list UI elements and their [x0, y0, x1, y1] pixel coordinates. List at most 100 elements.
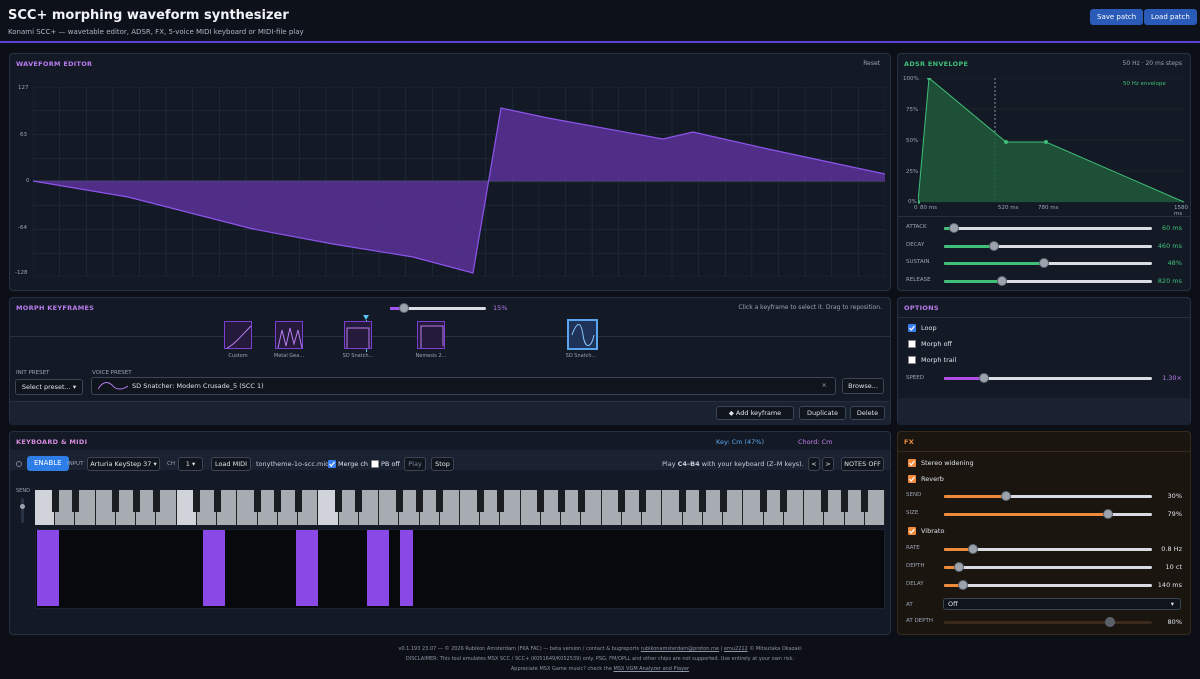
load-midi-button[interactable]: Load MIDI: [211, 457, 251, 471]
black-key[interactable]: [436, 490, 444, 512]
fx-param-slider-thumb[interactable]: [968, 544, 979, 554]
fx-param-slider-thumb[interactable]: [1103, 509, 1114, 519]
init-preset-select[interactable]: Select preset... ▾: [15, 379, 83, 395]
fx-param-slider[interactable]: [944, 509, 1152, 519]
adsr-param-slider[interactable]: [944, 240, 1152, 251]
notes-off-button[interactable]: NOTES OFF: [841, 457, 884, 471]
add-keyframe-button[interactable]: ◆ Add keyframe: [716, 406, 794, 420]
black-key[interactable]: [699, 490, 707, 512]
waveform-canvas[interactable]: [33, 87, 885, 277]
black-key[interactable]: [476, 490, 484, 512]
black-key[interactable]: [416, 490, 424, 512]
black-key[interactable]: [335, 490, 343, 512]
init-preset-label: INIT PRESET: [16, 370, 50, 376]
fx-param-slider-thumb[interactable]: [1001, 491, 1012, 501]
black-key[interactable]: [719, 490, 727, 512]
black-key[interactable]: [496, 490, 504, 512]
black-key[interactable]: [193, 490, 201, 512]
midi-input-select[interactable]: Arturia KeyStep 37 ▾: [87, 457, 160, 471]
fx-param-slider[interactable]: [944, 562, 1152, 572]
black-key[interactable]: [577, 490, 585, 512]
fx-param-slider[interactable]: [944, 617, 1152, 627]
keyframe-thumb[interactable]: [417, 321, 445, 349]
black-key[interactable]: [679, 490, 687, 512]
black-key[interactable]: [841, 490, 849, 512]
morph-off-checkbox[interactable]: [908, 340, 916, 348]
black-key[interactable]: [274, 490, 282, 512]
black-key[interactable]: [395, 490, 403, 512]
speed-slider[interactable]: [944, 373, 1152, 383]
black-key[interactable]: [213, 490, 221, 512]
load-patch-button[interactable]: Load patch: [1144, 9, 1197, 25]
emu2212-link[interactable]: emu2212: [724, 646, 748, 652]
morph-position-slider[interactable]: [390, 303, 486, 313]
black-key[interactable]: [618, 490, 626, 512]
loop-checkbox[interactable]: [908, 324, 916, 332]
stop-button[interactable]: Stop: [431, 457, 454, 471]
vgm-analyzer-link[interactable]: MSX VGM Analyzer and Player: [614, 666, 690, 672]
black-key[interactable]: [294, 490, 302, 512]
browse-button[interactable]: Browse...: [842, 378, 884, 394]
adsr-param-slider[interactable]: [944, 258, 1152, 268]
black-key[interactable]: [820, 490, 828, 512]
speed-slider-thumb[interactable]: [978, 373, 989, 383]
app-subtitle: Konami SCC+ — wavetable editor, ADSR, FX…: [8, 28, 304, 36]
stereo-widening-checkbox[interactable]: [908, 459, 916, 467]
adsr-param-slider-thumb[interactable]: [949, 223, 960, 233]
adsr-param-slider[interactable]: [944, 223, 1152, 233]
channel-select[interactable]: 1 ▾: [178, 457, 203, 471]
octave-down-button[interactable]: <: [808, 457, 820, 471]
black-key[interactable]: [152, 490, 160, 512]
black-key[interactable]: [132, 490, 140, 512]
reset-button[interactable]: Reset: [863, 60, 880, 67]
keyframe-thumb[interactable]: [567, 319, 598, 350]
black-key[interactable]: [760, 490, 768, 512]
fx-param-slider-thumb[interactable]: [953, 562, 964, 572]
keyframe-thumb[interactable]: [275, 321, 303, 349]
speed-slider-fill: [944, 377, 984, 380]
piano-keyboard[interactable]: [35, 490, 885, 525]
black-key[interactable]: [638, 490, 646, 512]
vibrato-checkbox[interactable]: [908, 527, 916, 535]
black-key[interactable]: [780, 490, 788, 512]
fx-param-slider[interactable]: [944, 544, 1152, 554]
octave-up-button[interactable]: >: [822, 457, 834, 471]
fx-param-slider[interactable]: [944, 580, 1152, 590]
voice-preset-select[interactable]: SD Snatcher: Modern Crusade_5 (SCC 1) ×: [91, 377, 836, 395]
adsr-param-slider[interactable]: [944, 275, 1152, 286]
black-key[interactable]: [254, 490, 262, 512]
merge-channels-checkbox[interactable]: [328, 460, 336, 468]
delete-button[interactable]: Delete: [850, 406, 885, 420]
aftertouch-select[interactable]: Off ▾: [943, 598, 1181, 610]
black-key[interactable]: [355, 490, 363, 512]
keyframe-thumb[interactable]: [224, 321, 252, 349]
contact-email-link[interactable]: rubikonamsterdam@proton.me: [641, 646, 719, 652]
adsr-param-slider-thumb[interactable]: [988, 240, 999, 251]
clear-icon[interactable]: ×: [822, 379, 827, 391]
fx-param-slider[interactable]: [944, 491, 1152, 501]
adsr-param-slider-thumb[interactable]: [1038, 258, 1049, 268]
speed-label: SPEED: [906, 375, 924, 381]
black-key[interactable]: [557, 490, 565, 512]
adsr-param-slider-thumb[interactable]: [997, 275, 1008, 286]
morph-trail-checkbox[interactable]: [908, 356, 916, 364]
fx-param-slider-thumb[interactable]: [1105, 617, 1116, 627]
adsr-canvas[interactable]: [918, 78, 1184, 204]
fx-param-slider-thumb[interactable]: [957, 580, 968, 590]
play-button[interactable]: Play: [404, 457, 426, 471]
reverb-checkbox[interactable]: [908, 475, 916, 483]
keyframe-thumb[interactable]: [344, 321, 372, 349]
enable-button[interactable]: ENABLE: [27, 456, 69, 471]
duplicate-button[interactable]: Duplicate: [799, 406, 846, 420]
black-key[interactable]: [51, 490, 59, 512]
morph-slider-thumb[interactable]: [399, 303, 410, 313]
black-key[interactable]: [537, 490, 545, 512]
black-key[interactable]: [861, 490, 869, 512]
save-patch-button[interactable]: Save patch: [1090, 9, 1144, 25]
fx-title: FX: [904, 438, 915, 446]
black-key[interactable]: [112, 490, 120, 512]
black-key[interactable]: [71, 490, 79, 512]
voice-preset-value: SD Snatcher: Modern Crusade_5 (SCC 1): [132, 382, 264, 390]
pb-off-checkbox[interactable]: [371, 460, 379, 468]
send-fader[interactable]: [20, 498, 25, 523]
